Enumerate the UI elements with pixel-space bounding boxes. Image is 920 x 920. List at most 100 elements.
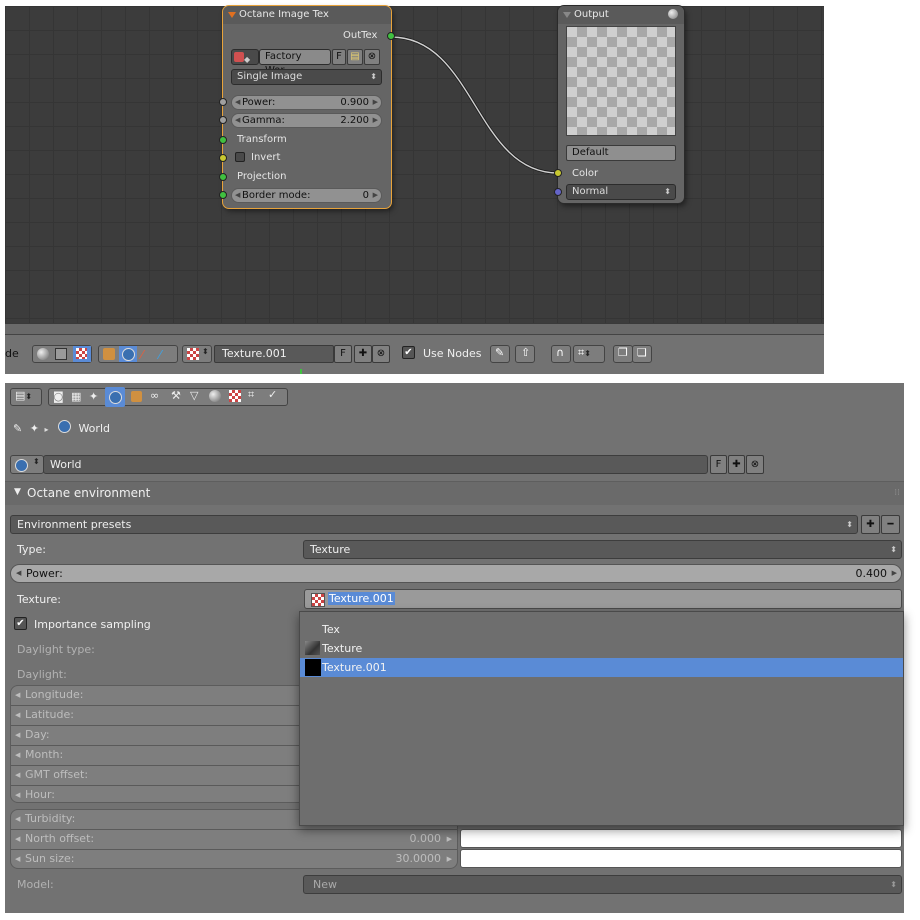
particles-tab[interactable]: ⌗ bbox=[248, 388, 254, 402]
parent-tree-button[interactable]: ⇧ bbox=[515, 345, 535, 363]
sun-size-field[interactable]: ◀ Sun size: 30.0000 ▶ bbox=[11, 850, 457, 868]
dropdown-item-texture-001[interactable]: Texture.001 bbox=[300, 658, 903, 677]
fake-user-button[interactable]: F bbox=[332, 49, 346, 65]
default-button[interactable]: Default bbox=[566, 145, 676, 161]
shader-sphere-icon[interactable] bbox=[37, 348, 49, 360]
normal-socket[interactable] bbox=[554, 188, 562, 196]
gamma-socket[interactable] bbox=[219, 116, 227, 124]
snap-toggle-button[interactable]: ∩ bbox=[551, 345, 571, 363]
texture-search-field[interactable]: Texture.001 bbox=[304, 589, 902, 609]
north-offset-field[interactable]: ◀ North offset: 0.000 ▶ bbox=[11, 830, 457, 850]
arrow-left-icon: ◀ bbox=[235, 98, 241, 106]
image-browse-button[interactable]: ◆ bbox=[231, 49, 259, 65]
render-layers-tab[interactable]: ▦ bbox=[71, 390, 81, 403]
texture-tab[interactable] bbox=[229, 390, 241, 402]
border-mode-socket[interactable] bbox=[219, 191, 227, 199]
brush-icon[interactable]: ⁄ bbox=[141, 348, 143, 362]
image-name-field[interactable]: Factory Wor... bbox=[259, 49, 331, 76]
collapse-triangle-icon[interactable] bbox=[563, 12, 571, 18]
day-field[interactable]: ◀ Day: bbox=[11, 726, 305, 746]
fake-user-button[interactable]: F bbox=[710, 455, 727, 474]
texture-browse-button[interactable]: ⬍ bbox=[182, 345, 212, 363]
linestyle-icon[interactable]: ⁄ bbox=[159, 348, 161, 362]
invert-socket[interactable] bbox=[219, 154, 227, 162]
breadcrumb-world: World bbox=[78, 422, 110, 435]
projection-socket[interactable] bbox=[219, 173, 227, 181]
world-tab[interactable] bbox=[105, 387, 125, 407]
physics-tab[interactable]: ✓ bbox=[268, 388, 277, 401]
mode-select[interactable]: Single Image ⬍ bbox=[231, 69, 382, 85]
latitude-field[interactable]: ◀ Latitude: bbox=[11, 706, 305, 726]
texture-name-field[interactable]: Texture.001 bbox=[214, 345, 334, 363]
output-node[interactable]: Output Default Color Normal ⬍ bbox=[554, 6, 684, 203]
model-select[interactable]: New ⬍ bbox=[303, 875, 902, 894]
node-editor-canvas[interactable]: Octane Image Tex OutTex ◆ Factory Wor...… bbox=[5, 6, 824, 323]
dropdown-item-texture[interactable]: Texture bbox=[300, 639, 903, 658]
drag-handle-icon[interactable]: ⁞⁞ bbox=[894, 488, 900, 498]
shader-type-group[interactable] bbox=[32, 345, 92, 363]
modifiers-tab[interactable]: ⚒ bbox=[171, 389, 181, 402]
render-tab[interactable]: ◙ bbox=[53, 390, 64, 403]
octane-image-tex-node[interactable]: Octane Image Tex OutTex ◆ Factory Wor...… bbox=[219, 6, 395, 208]
editor-type-select[interactable]: ▤⬍ bbox=[10, 388, 42, 406]
texture-type-icon[interactable] bbox=[73, 346, 91, 362]
color-swatch-2[interactable] bbox=[460, 849, 902, 868]
add-preset-button[interactable]: ✚ bbox=[861, 515, 880, 534]
longitude-field[interactable]: ◀ Longitude: bbox=[11, 686, 305, 706]
pin-icon: ✎ bbox=[495, 346, 505, 359]
environment-presets-select[interactable]: Environment presets ⬍ bbox=[10, 515, 858, 534]
dropdown-item-tex[interactable]: Tex bbox=[300, 620, 903, 639]
data-tab[interactable]: ▽ bbox=[190, 389, 198, 402]
outtex-socket[interactable] bbox=[387, 32, 395, 40]
remove-preset-button[interactable]: ━ bbox=[881, 515, 900, 534]
copy-nodes-button[interactable]: ❐ bbox=[613, 345, 633, 363]
unlink-world-button[interactable]: ⊗ bbox=[746, 455, 764, 474]
transform-socket[interactable] bbox=[219, 136, 227, 144]
fake-user-button[interactable]: F bbox=[334, 345, 352, 363]
panel-header[interactable]: ▼ Octane environment ⁞⁞ bbox=[5, 481, 904, 505]
color-swatch-1[interactable] bbox=[460, 829, 902, 848]
render-layer-icon[interactable] bbox=[55, 348, 67, 360]
snap-element-select[interactable]: ⌗⬍ bbox=[573, 345, 605, 363]
new-world-button[interactable]: ✚ bbox=[728, 455, 745, 474]
constraints-tab[interactable]: ∞ bbox=[150, 389, 159, 402]
object-tab[interactable] bbox=[131, 391, 142, 402]
arrow-left-icon: ◀ bbox=[15, 815, 21, 823]
invert-checkbox[interactable] bbox=[235, 152, 245, 162]
open-image-button[interactable]: ▤ bbox=[347, 49, 363, 65]
world-name-field[interactable]: World bbox=[43, 455, 708, 474]
updown-icon: ⬍ bbox=[202, 347, 209, 356]
gmt-offset-field[interactable]: ◀ GMT offset: bbox=[11, 766, 305, 786]
use-nodes-checkbox[interactable]: ✔ bbox=[402, 346, 415, 359]
gamma-field[interactable]: ◀ Gamma: 2.200 ▶ bbox=[231, 113, 382, 128]
world-browse-button[interactable]: ⬍ bbox=[10, 455, 44, 474]
color-socket[interactable] bbox=[554, 169, 562, 177]
new-texture-button[interactable]: ✚ bbox=[354, 345, 372, 363]
power-socket[interactable] bbox=[219, 98, 227, 106]
importance-sampling-checkbox[interactable]: ✔ bbox=[14, 617, 27, 630]
editor-divider[interactable] bbox=[5, 323, 824, 334]
paste-nodes-button[interactable]: ❏ bbox=[632, 345, 652, 363]
power-field[interactable]: ◀ Power: 0.400 ▶ bbox=[10, 564, 902, 583]
hour-field[interactable]: ◀ Hour: bbox=[11, 786, 305, 802]
world-icon[interactable] bbox=[119, 346, 137, 362]
pin-button[interactable]: ✎ bbox=[490, 345, 510, 363]
preview-checker bbox=[566, 26, 676, 136]
power-field[interactable]: ◀ Power: 0.900 ▶ bbox=[231, 95, 382, 110]
arrow-left-icon: ◀ bbox=[15, 751, 21, 759]
plus-icon: ✚ bbox=[358, 348, 368, 359]
unlink-texture-button[interactable]: ⊗ bbox=[372, 345, 390, 363]
border-mode-field[interactable]: ◀ Border mode: 0 ▶ bbox=[231, 188, 382, 203]
normal-select[interactable]: Normal ⬍ bbox=[566, 184, 676, 200]
texture-dropdown: Tex Texture Texture.001 bbox=[299, 611, 904, 826]
arrow-left-icon: ◀ bbox=[15, 711, 21, 719]
material-tab[interactable] bbox=[209, 390, 221, 402]
object-icon[interactable] bbox=[103, 348, 115, 360]
type-select[interactable]: Texture ⬍ bbox=[303, 540, 902, 559]
month-field[interactable]: ◀ Month: bbox=[11, 746, 305, 766]
scene-tab[interactable]: ✦ bbox=[89, 390, 98, 403]
unlink-image-button[interactable]: ⊗ bbox=[364, 49, 380, 65]
texture-from-group[interactable]: ⁄ ⁄ bbox=[98, 345, 178, 363]
collapse-triangle-icon[interactable] bbox=[228, 12, 236, 18]
pin-icon[interactable]: ✎ bbox=[13, 422, 22, 435]
